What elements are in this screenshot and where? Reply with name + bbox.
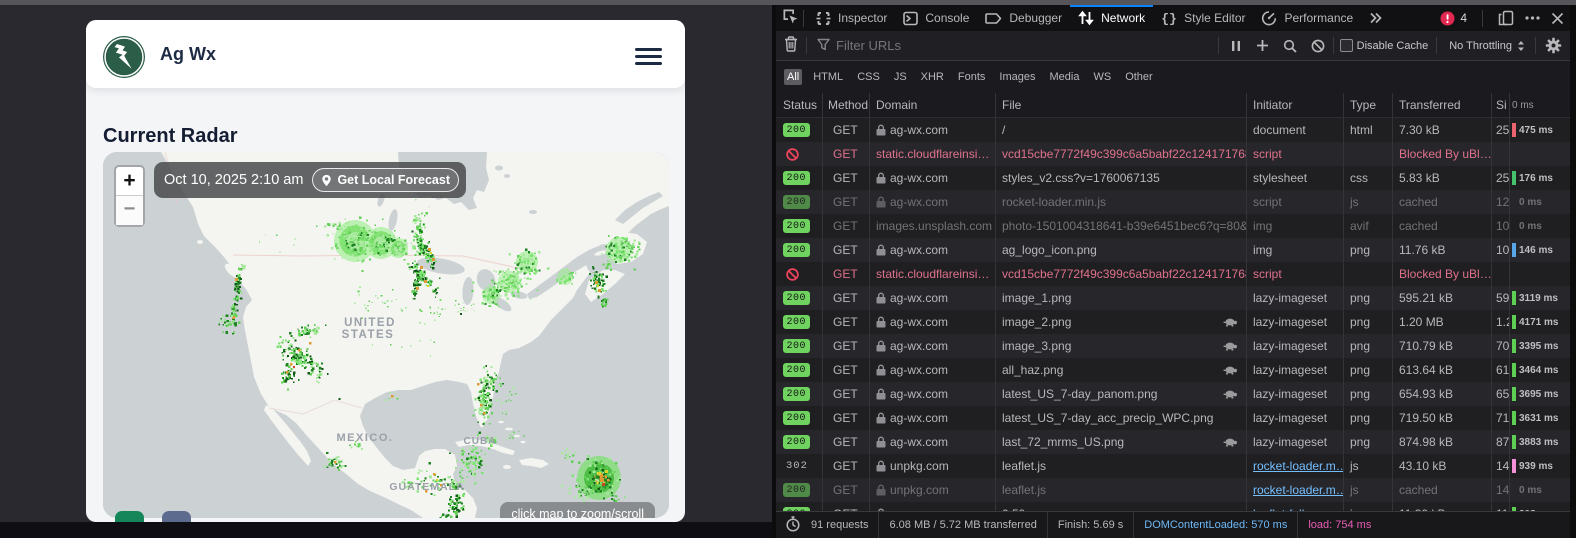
svg-text:UNITED: UNITED [344,317,396,329]
svg-text:{}: {} [1161,12,1177,26]
svg-text:MEXICO.: MEXICO. [337,432,394,444]
svg-text:GUATEMALA: GUATEMALA [389,481,464,493]
svg-text:STATES: STATES [342,329,395,341]
svg-text:CUBA: CUBA [464,436,497,447]
